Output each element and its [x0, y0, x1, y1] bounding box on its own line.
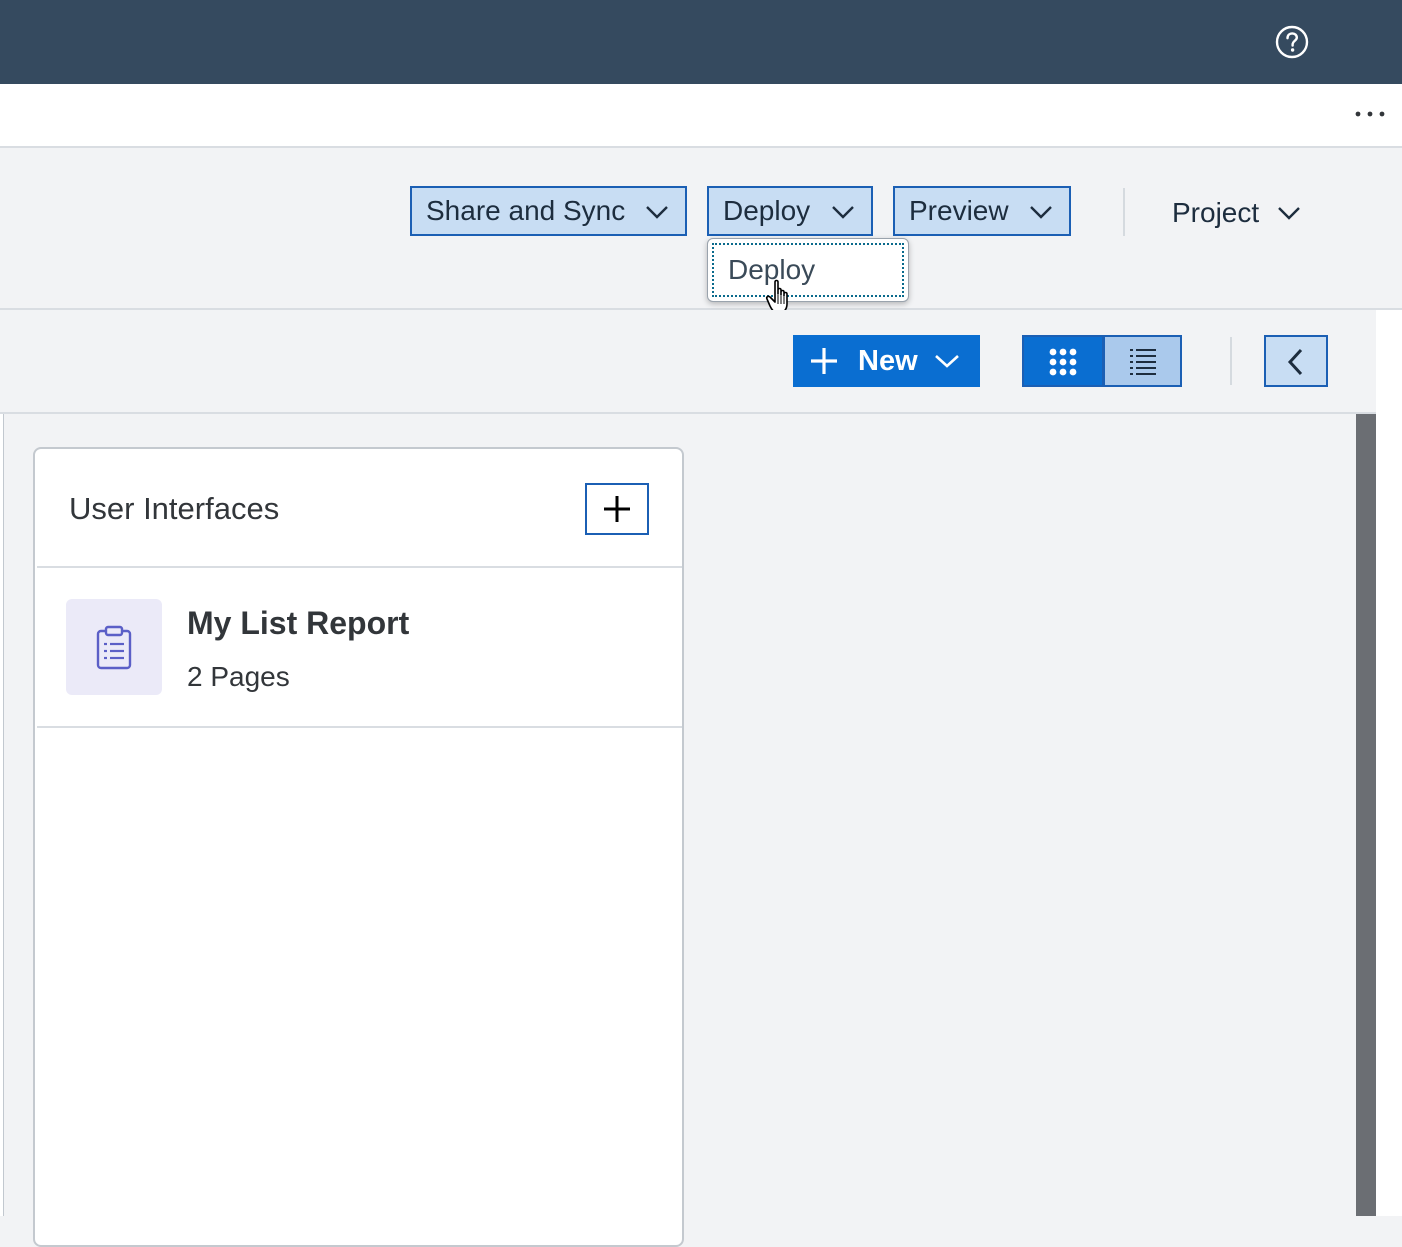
collapse-panel-button[interactable] [1264, 335, 1328, 387]
deploy-button[interactable]: Deploy [707, 186, 873, 236]
deploy-menu-popover: Deploy [707, 238, 909, 302]
toolbar-separator [1123, 188, 1125, 236]
card-divider [37, 726, 682, 728]
vertical-scrollbar[interactable] [1356, 414, 1376, 1216]
list-view-icon [1130, 349, 1156, 375]
grid-view-icon [1049, 348, 1077, 376]
tab-strip [0, 84, 1402, 148]
new-button[interactable]: New [793, 335, 980, 387]
project-label: Project [1172, 197, 1260, 228]
share-and-sync-button[interactable]: Share and Sync [410, 186, 687, 236]
subtoolbar-separator [1230, 337, 1232, 385]
chevron-down-icon [646, 206, 668, 219]
grid-view-toggle[interactable] [1022, 335, 1104, 387]
chevron-down-icon [832, 206, 854, 219]
add-user-interface-button[interactable] [585, 483, 649, 535]
help-icon[interactable] [1275, 25, 1309, 59]
deploy-label: Deploy [723, 195, 811, 226]
plus-icon [811, 348, 837, 374]
deploy-menu-item[interactable]: Deploy [712, 243, 904, 297]
more-options-icon[interactable] [1352, 104, 1388, 124]
item-thumbnail [66, 599, 162, 695]
chevron-down-icon [935, 355, 959, 368]
card-title: User Interfaces [69, 491, 280, 526]
left-panel-edge [0, 414, 4, 1216]
item-title: My List Report [187, 605, 410, 641]
list-view-toggle[interactable] [1103, 335, 1182, 387]
card-divider [37, 566, 682, 568]
preview-button[interactable]: Preview [893, 186, 1071, 236]
chevron-down-icon [1030, 206, 1052, 219]
right-panel-edge [1376, 310, 1402, 1216]
new-label: New [858, 345, 918, 377]
project-menu-button[interactable]: Project [1172, 192, 1301, 234]
chevron-down-icon [1278, 207, 1301, 220]
item-subtitle: 2 Pages [187, 661, 290, 692]
plus-icon [604, 496, 630, 522]
clipboard-list-icon [96, 625, 132, 670]
chevron-left-icon [1287, 348, 1303, 376]
shell-header [0, 0, 1402, 84]
share-and-sync-label: Share and Sync [426, 195, 626, 226]
preview-label: Preview [909, 195, 1009, 226]
user-interfaces-card: User Interfaces My List Report 2 Pages [33, 447, 684, 1247]
